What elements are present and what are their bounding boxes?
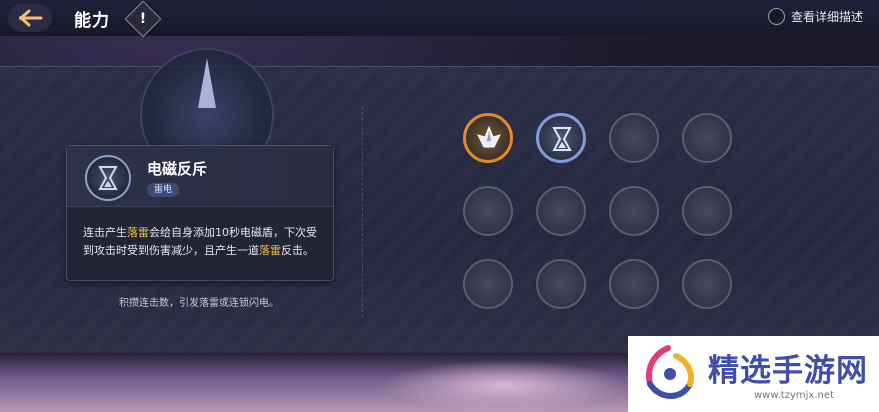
ability-name: 电磁反斥	[147, 160, 208, 178]
page-title: 能力	[74, 11, 110, 31]
skill-slot-empty[interactable]	[463, 186, 513, 236]
skill-slot-empty[interactable]	[682, 186, 732, 236]
element-tag: 雷电	[147, 183, 180, 197]
back-arrow-icon	[19, 9, 43, 27]
ability-caption: 积攒连击数，引发落雷或连锁闪电。	[119, 298, 279, 309]
emblem-spike-icon	[198, 58, 216, 108]
skill-slot-empty[interactable]	[463, 259, 513, 309]
detail-description-toggle[interactable]: 查看详细描述	[767, 8, 863, 25]
skill-slot-empty[interactable]	[609, 186, 659, 236]
desc-text: 连击产生	[83, 226, 127, 239]
skill-slot-empty[interactable]	[609, 259, 659, 309]
site-watermark: 精选手游网 www.tzymjx.net	[628, 336, 879, 412]
skill-slot-active[interactable]	[536, 113, 586, 163]
exclamation-icon: !	[139, 11, 147, 27]
toggle-label: 查看详细描述	[790, 10, 863, 24]
hourglass-shield-icon	[85, 155, 131, 201]
site-url: www.tzymjx.net	[754, 390, 834, 401]
site-name: 精选手游网	[708, 353, 868, 389]
desc-highlight: 落雷	[127, 226, 149, 239]
skill-slot-active[interactable]	[463, 113, 513, 163]
tooltip-header: 电磁反斥 雷电	[67, 146, 333, 207]
skill-slot-empty[interactable]	[682, 259, 732, 309]
panel-divider	[362, 107, 364, 317]
desc-highlight: 落雷	[259, 244, 281, 257]
skill-slot-empty[interactable]	[609, 113, 659, 163]
ability-tooltip: 电磁反斥 雷电 连击产生落雷会给自身添加10秒电磁盾，下次受到攻击时受到伤害减少…	[66, 145, 334, 281]
site-logo-icon	[646, 345, 694, 399]
hourglass-shield-icon	[552, 127, 572, 151]
bottom-highlight	[380, 360, 630, 412]
ability-description: 连击产生落雷会给自身添加10秒电磁盾，下次受到攻击时受到伤害减少，且产生一道落雷…	[83, 224, 323, 260]
lightning-crystal-icon	[477, 125, 501, 148]
skill-slot-empty[interactable]	[536, 259, 586, 309]
toggle-checkbox[interactable]	[767, 8, 785, 25]
skill-slot-empty[interactable]	[536, 186, 586, 236]
skill-slot-empty[interactable]	[682, 113, 732, 163]
info-button[interactable]: !	[124, 0, 162, 38]
desc-text: 反击。	[281, 244, 314, 257]
top-bar: 能力 ! 查看详细描述	[0, 0, 879, 38]
back-button[interactable]	[8, 4, 52, 32]
